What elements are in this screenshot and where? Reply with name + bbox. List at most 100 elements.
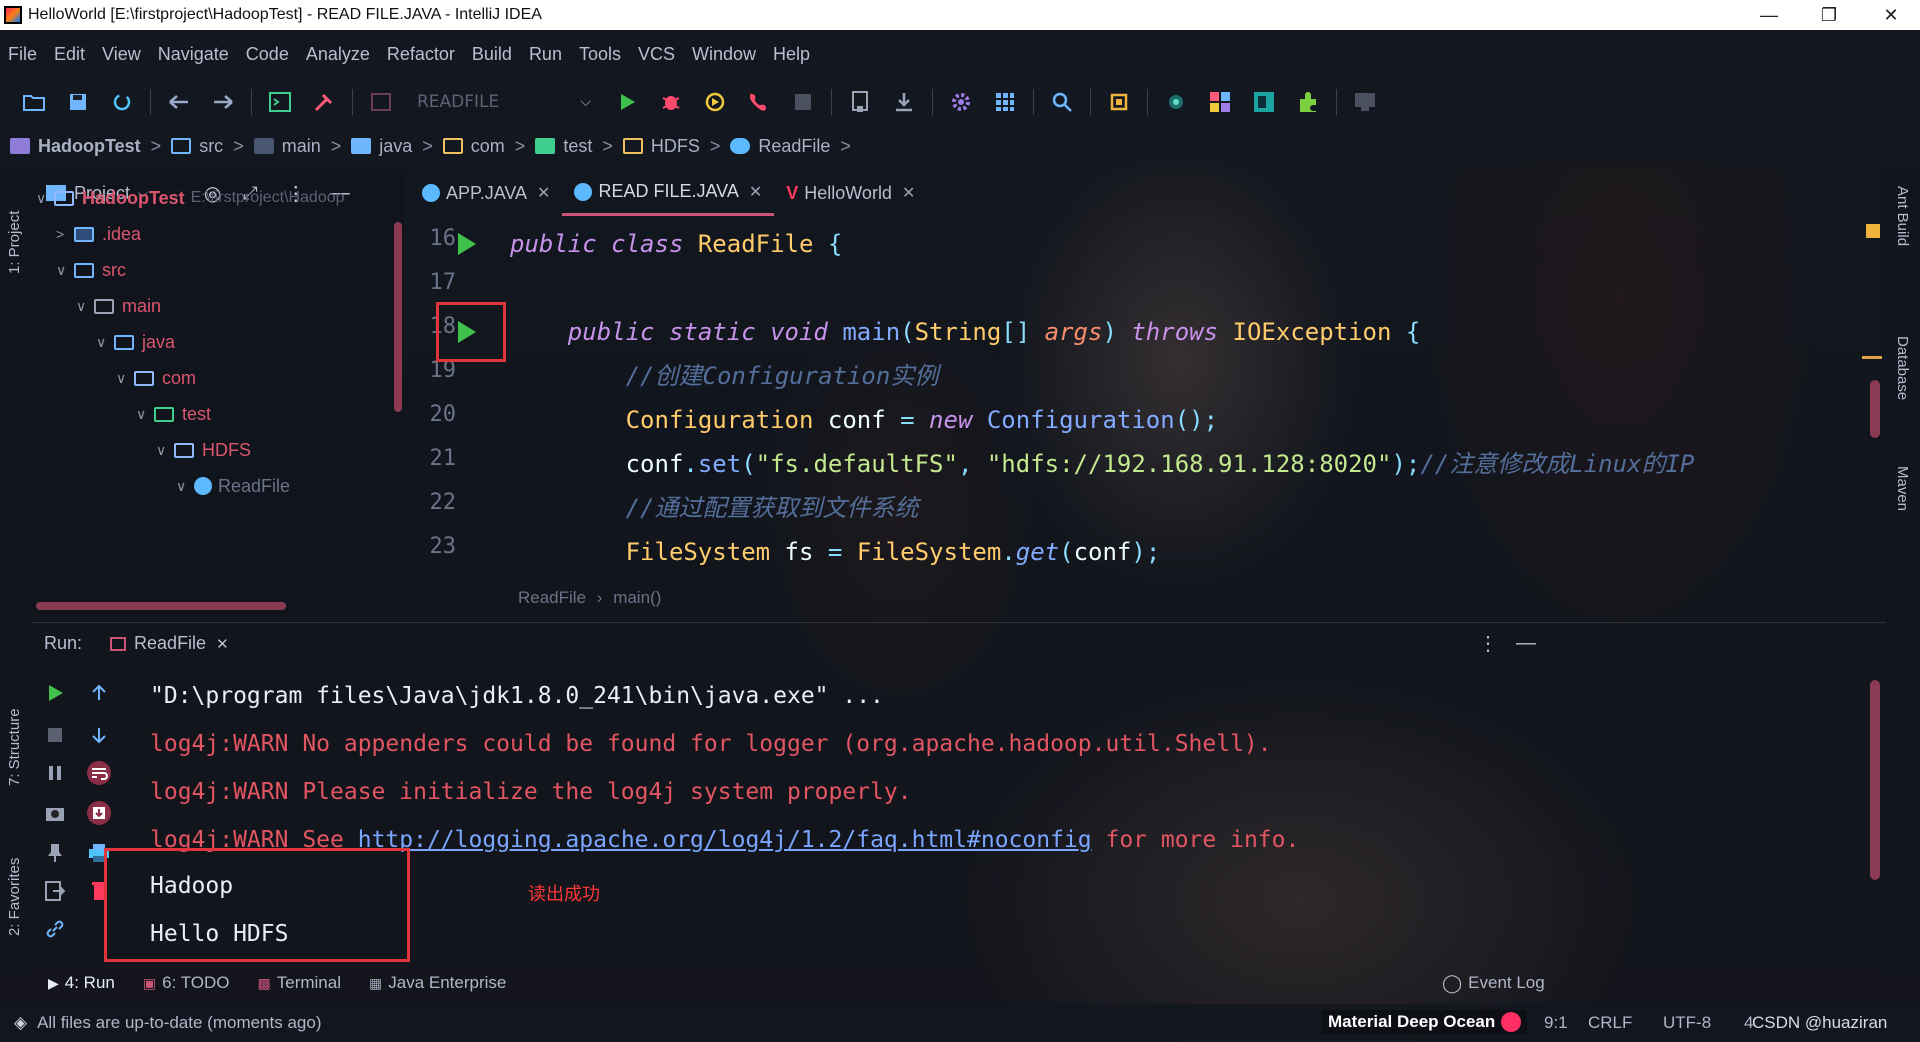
close-tab-icon[interactable]: ✕ bbox=[216, 635, 229, 653]
code-crumb-class[interactable]: ReadFile bbox=[518, 588, 586, 607]
export-icon[interactable] bbox=[40, 876, 70, 906]
menu-tools[interactable]: Tools bbox=[579, 44, 621, 65]
run-icon[interactable] bbox=[612, 87, 642, 117]
breadcrumb-src[interactable]: src > bbox=[171, 136, 244, 157]
run-class-gutter-icon[interactable] bbox=[458, 233, 476, 255]
project-horizontal-scrollbar[interactable] bbox=[36, 602, 286, 610]
tool-tab-run[interactable]: ▶ 4: Run bbox=[48, 973, 115, 993]
menu-vcs[interactable]: VCS bbox=[638, 44, 675, 65]
stop-icon[interactable] bbox=[40, 720, 70, 750]
menu-refactor[interactable]: Refactor bbox=[387, 44, 455, 65]
chevron-down-icon[interactable]: ∨ bbox=[136, 406, 154, 423]
breadcrumb-java[interactable]: java > bbox=[351, 136, 433, 157]
console-vertical-scrollbar[interactable] bbox=[1870, 680, 1880, 880]
tab-read-file-java[interactable]: READ FILE.JAVA ✕ bbox=[562, 170, 775, 216]
tab-helloworld[interactable]: V HelloWorld ✕ bbox=[774, 170, 927, 216]
menu-run[interactable]: Run bbox=[529, 44, 562, 65]
rerun-icon[interactable] bbox=[40, 678, 70, 708]
arrow-up-icon[interactable] bbox=[84, 678, 114, 708]
minimize-button[interactable]: — bbox=[1740, 0, 1798, 30]
breadcrumb-hdfs[interactable]: HDFS > bbox=[622, 136, 720, 157]
theme-badge[interactable]: Material Deep Ocean bbox=[1322, 1010, 1528, 1034]
menu-edit[interactable]: Edit bbox=[54, 44, 85, 65]
database-icon[interactable] bbox=[1249, 87, 1279, 117]
line-separator[interactable]: CRLF bbox=[1588, 1013, 1632, 1033]
menu-file[interactable]: File bbox=[8, 44, 37, 65]
plugin-icon[interactable] bbox=[1104, 87, 1134, 117]
event-log-button[interactable]: ◯ Event Log bbox=[1442, 973, 1545, 994]
close-tab-icon[interactable]: ✕ bbox=[749, 182, 762, 202]
structure-icon[interactable] bbox=[990, 87, 1020, 117]
sync-icon[interactable] bbox=[107, 87, 137, 117]
tool-tab-todo[interactable]: ▣ 6: TODO bbox=[143, 973, 230, 993]
pin-icon[interactable] bbox=[40, 838, 70, 868]
download-icon[interactable] bbox=[889, 87, 919, 117]
menu-build[interactable]: Build bbox=[472, 44, 512, 65]
maven-tool-tab[interactable]: Maven bbox=[1894, 466, 1911, 546]
caret-position[interactable]: 9:1 bbox=[1544, 1013, 1568, 1033]
error-stripe-marker[interactable] bbox=[1862, 356, 1882, 359]
favorites-tool-tab[interactable]: 2: Favorites bbox=[6, 826, 23, 936]
scroll-to-end-icon[interactable] bbox=[84, 798, 114, 828]
maximize-button[interactable]: ❐ bbox=[1800, 0, 1858, 30]
vcs-icon[interactable] bbox=[1161, 87, 1191, 117]
menu-window[interactable]: Window bbox=[692, 44, 756, 65]
database-tool-tab[interactable]: Database bbox=[1894, 336, 1911, 436]
hammer-icon[interactable] bbox=[309, 87, 339, 117]
tree-node-readfile[interactable]: ∨ ReadFile bbox=[176, 464, 290, 508]
chevron-down-icon[interactable]: ∨ bbox=[116, 370, 134, 387]
chevron-down-icon[interactable]: ∨ bbox=[176, 478, 194, 495]
breadcrumb-test[interactable]: test > bbox=[535, 136, 613, 157]
menu-code[interactable]: Code bbox=[246, 44, 289, 65]
camera-icon[interactable] bbox=[40, 798, 70, 828]
warning-marker[interactable] bbox=[1866, 224, 1880, 238]
console-link[interactable]: http://logging.apache.org/log4j/1.2/faq.… bbox=[358, 827, 1092, 853]
chevron-down-icon[interactable]: ∨ bbox=[76, 298, 94, 315]
menu-navigate[interactable]: Navigate bbox=[158, 44, 229, 65]
back-icon[interactable] bbox=[164, 87, 194, 117]
forward-icon[interactable] bbox=[208, 87, 238, 117]
close-tab-icon[interactable]: ✕ bbox=[902, 183, 915, 203]
menu-view[interactable]: View bbox=[102, 44, 141, 65]
project-tool-tab[interactable]: 1: Project bbox=[6, 174, 23, 274]
breadcrumb-main[interactable]: main > bbox=[253, 136, 341, 157]
tab-app-java[interactable]: APP.JAVA ✕ bbox=[410, 170, 562, 216]
code-crumb-method[interactable]: main() bbox=[613, 588, 661, 607]
structure-tool-tab[interactable]: 7: Structure bbox=[6, 676, 23, 786]
ant-build-tool-tab[interactable]: Ant Build bbox=[1894, 186, 1911, 286]
settings-icon[interactable] bbox=[946, 87, 976, 117]
breadcrumb-readfile[interactable]: ReadFile > bbox=[730, 136, 851, 157]
more-options-icon[interactable]: ⋮ bbox=[1478, 631, 1498, 656]
link-icon[interactable] bbox=[40, 914, 70, 944]
soft-wrap-icon[interactable] bbox=[84, 758, 114, 788]
run-configuration-select[interactable]: READFILE ⌵ bbox=[409, 87, 599, 117]
layout-icon[interactable] bbox=[1205, 87, 1235, 117]
menu-help[interactable]: Help bbox=[773, 44, 810, 65]
presentation-icon[interactable] bbox=[1350, 87, 1380, 117]
file-encoding[interactable]: UTF-8 bbox=[1663, 1013, 1711, 1033]
pause-icon[interactable] bbox=[40, 758, 70, 788]
coverage-icon[interactable] bbox=[700, 87, 730, 117]
terminal-icon[interactable] bbox=[265, 87, 295, 117]
close-window-button[interactable]: ✕ bbox=[1862, 0, 1920, 30]
save-icon[interactable] bbox=[63, 87, 93, 117]
chevron-down-icon[interactable]: ∨ bbox=[156, 442, 174, 459]
debug-icon[interactable] bbox=[656, 87, 686, 117]
run-tab-readfile[interactable]: ReadFile ✕ bbox=[110, 633, 229, 654]
chevron-right-icon[interactable]: > bbox=[56, 226, 74, 242]
extension-icon[interactable] bbox=[1293, 87, 1323, 117]
tool-tab-terminal[interactable]: ▩ Terminal bbox=[258, 973, 341, 993]
editor-vertical-scrollbar[interactable] bbox=[1870, 380, 1880, 438]
chevron-down-icon[interactable]: ∨ bbox=[56, 262, 74, 279]
search-icon[interactable] bbox=[1047, 87, 1077, 117]
menu-analyze[interactable]: Analyze bbox=[306, 44, 370, 65]
close-tab-icon[interactable]: ✕ bbox=[537, 183, 550, 203]
tool-tab-java-enterprise[interactable]: ▦ Java Enterprise bbox=[369, 973, 506, 993]
open-icon[interactable] bbox=[19, 87, 49, 117]
stop-icon[interactable] bbox=[788, 87, 818, 117]
breadcrumb-project[interactable]: HadoopTest > bbox=[10, 136, 161, 157]
chevron-down-icon[interactable]: ∨ bbox=[36, 190, 54, 207]
profile-icon[interactable] bbox=[744, 87, 774, 117]
arrow-down-icon[interactable] bbox=[84, 720, 114, 750]
chevron-down-icon[interactable]: ∨ bbox=[96, 334, 114, 351]
